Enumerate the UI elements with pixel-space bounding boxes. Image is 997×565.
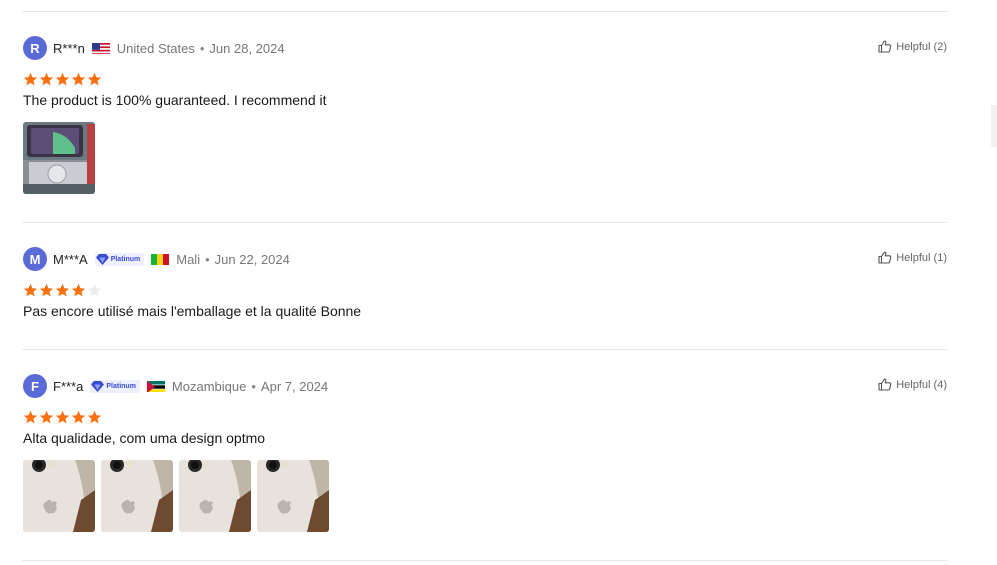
star-icon — [87, 283, 102, 297]
star-icon — [39, 72, 54, 86]
badge-label: Platinum — [110, 255, 141, 263]
mozambique-flag-icon — [146, 380, 165, 392]
star-icon — [55, 72, 70, 86]
reviewer-name: F***a — [53, 378, 84, 394]
scrollbar[interactable] — [991, 105, 997, 147]
helpful-label: Helpful (4) — [896, 378, 947, 391]
star-icon — [55, 410, 70, 424]
review-text: The product is 100% guaranteed. I recomm… — [23, 92, 327, 108]
review-photo[interactable] — [23, 122, 95, 194]
star-icon — [23, 283, 38, 297]
star-icon — [23, 72, 38, 86]
thumbs-up-icon — [878, 378, 892, 391]
star-rating — [23, 283, 947, 298]
review-item: M M***A Platinum Mali • Jun 22, 2024 Helpf… — [23, 247, 947, 319]
platinum-badge: Platinum — [90, 379, 140, 393]
avatar: M — [23, 247, 47, 271]
review-date: Jun 28, 2024 — [209, 40, 285, 56]
review-photos — [23, 122, 947, 194]
reviewer-name: M***A — [53, 251, 88, 267]
diamond-icon — [91, 380, 105, 392]
mali-flag-icon — [151, 253, 170, 265]
thumbs-up-icon — [878, 40, 892, 53]
helpful-label: Helpful (1) — [896, 251, 947, 264]
star-icon — [71, 283, 86, 297]
avatar: F — [23, 374, 47, 398]
helpful-label: Helpful (2) — [896, 40, 947, 53]
thumbs-up-icon — [878, 251, 892, 264]
review-header: R R***n United States • Jun 28, 2024 Helpf… — [23, 36, 947, 60]
star-icon — [39, 410, 54, 424]
review-item: R R***n United States • Jun 28, 2024 Helpf… — [23, 36, 947, 194]
review-date: Jun 22, 2024 — [214, 251, 290, 267]
review-text: Alta qualidade, com uma design optmo — [23, 430, 266, 446]
reviewer-country: Mozambique — [171, 378, 247, 394]
star-icon — [87, 410, 102, 424]
top-divider — [22, 11, 947, 12]
helpful-button[interactable]: Helpful (2) — [878, 40, 947, 53]
reviewer-name: R***n — [53, 40, 85, 56]
review-divider — [22, 222, 947, 223]
review-meta: Mali • Jun 22, 2024 — [176, 251, 290, 267]
star-rating — [23, 72, 947, 87]
review-date: Apr 7, 2024 — [260, 378, 329, 394]
reviewer-country: Mali — [176, 251, 201, 267]
review-header: F F***a Platinum Mozambique • Apr 7, 2024 — [23, 374, 947, 398]
helpful-button[interactable]: Helpful (4) — [878, 378, 947, 391]
review-photo[interactable] — [257, 460, 329, 532]
reviewer-country: United States — [116, 40, 195, 56]
review-photo[interactable] — [23, 460, 95, 532]
review-meta: United States • Jun 28, 2024 — [116, 40, 285, 56]
star-icon — [23, 410, 38, 424]
review-photo[interactable] — [179, 460, 251, 532]
badge-label: Platinum — [106, 382, 136, 390]
star-icon — [71, 72, 86, 86]
review-item: F F***a Platinum Mozambique • Apr 7, 2024 — [23, 374, 947, 532]
review-header: M M***A Platinum Mali • Jun 22, 2024 Helpf… — [23, 247, 947, 271]
helpful-button[interactable]: Helpful (1) — [878, 251, 947, 264]
star-icon — [71, 410, 86, 424]
star-rating — [23, 410, 947, 425]
review-photos — [23, 460, 947, 532]
review-meta: Mozambique • Apr 7, 2024 — [171, 378, 329, 394]
us-flag-icon — [91, 42, 110, 54]
review-divider — [22, 349, 947, 350]
bottom-divider — [22, 560, 947, 561]
star-icon — [39, 283, 54, 297]
star-icon — [55, 283, 70, 297]
diamond-icon — [95, 253, 109, 265]
star-icon — [87, 72, 102, 86]
avatar: R — [23, 36, 47, 60]
review-text: Pas encore utilisé mais l'emballage et l… — [23, 303, 362, 319]
platinum-badge: Platinum — [94, 252, 145, 266]
review-photo[interactable] — [101, 460, 173, 532]
